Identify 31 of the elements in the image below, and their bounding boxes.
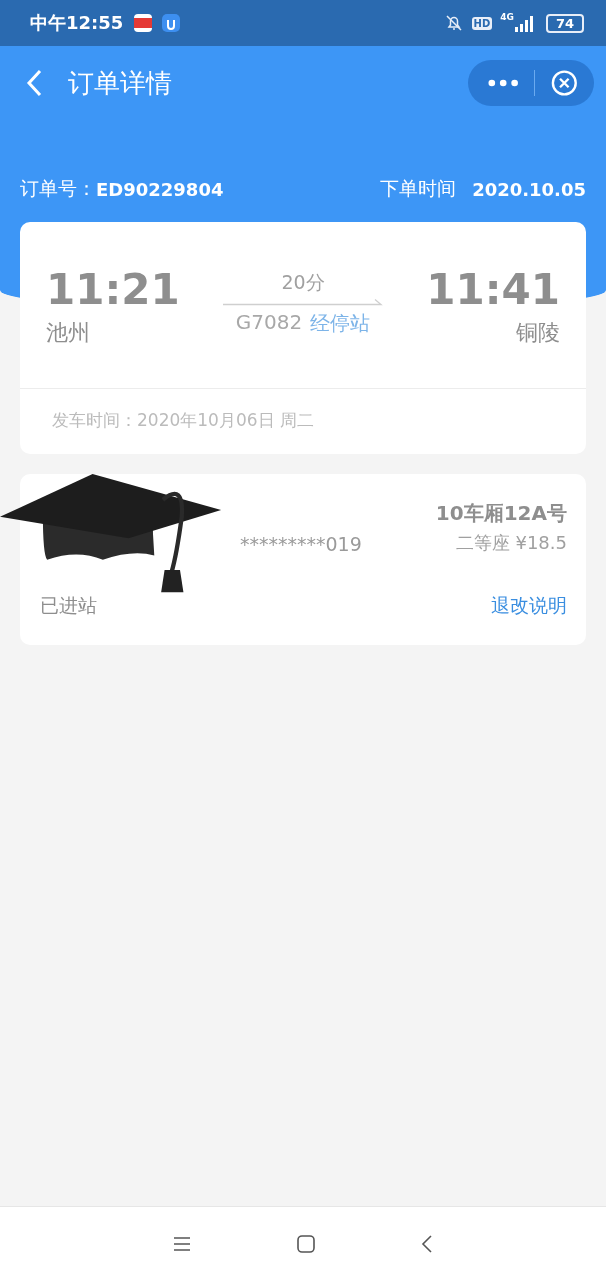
battery-level: 74	[545, 13, 584, 33]
home-icon[interactable]	[296, 1233, 316, 1254]
arrival-station: 铜陵	[516, 319, 560, 347]
order-time-label: 下单时间	[380, 176, 457, 201]
network-type: 4G	[500, 12, 514, 22]
menu-icon[interactable]	[172, 1234, 192, 1253]
refund-rules-link[interactable]: 退改说明	[491, 593, 567, 619]
departure-time: 11:21	[46, 266, 180, 314]
arrival-time: 11:41	[426, 266, 560, 314]
order-number: ED90229804	[96, 178, 224, 200]
signal-icon	[513, 14, 534, 32]
close-icon[interactable]	[551, 69, 578, 97]
ticket-status: 已进站	[40, 593, 97, 618]
app-icon	[161, 13, 182, 33]
hd-badge: HD	[471, 16, 493, 30]
departure-date: 发车时间：2020年10月06日 周二	[51, 409, 315, 432]
stops-link[interactable]: 经停站	[310, 310, 371, 337]
order-date: 2020.10.05	[472, 178, 586, 200]
back-icon[interactable]	[420, 1233, 434, 1254]
train-number: G7082	[235, 310, 303, 336]
page-title: 订单详情	[68, 66, 172, 100]
news-app-icon	[133, 13, 154, 33]
seat-number: 10车厢12A号	[435, 500, 567, 527]
id-number: *********019	[240, 533, 362, 555]
more-icon[interactable]	[488, 79, 519, 87]
status-time: 中午12:55	[30, 11, 124, 35]
trip-duration: 20分	[281, 270, 325, 295]
mute-bell-icon	[443, 13, 464, 33]
departure-station: 池州	[46, 319, 91, 347]
seat-class-price: 二等座 ¥18.5	[455, 531, 567, 555]
order-number-label: 订单号：	[20, 176, 96, 201]
